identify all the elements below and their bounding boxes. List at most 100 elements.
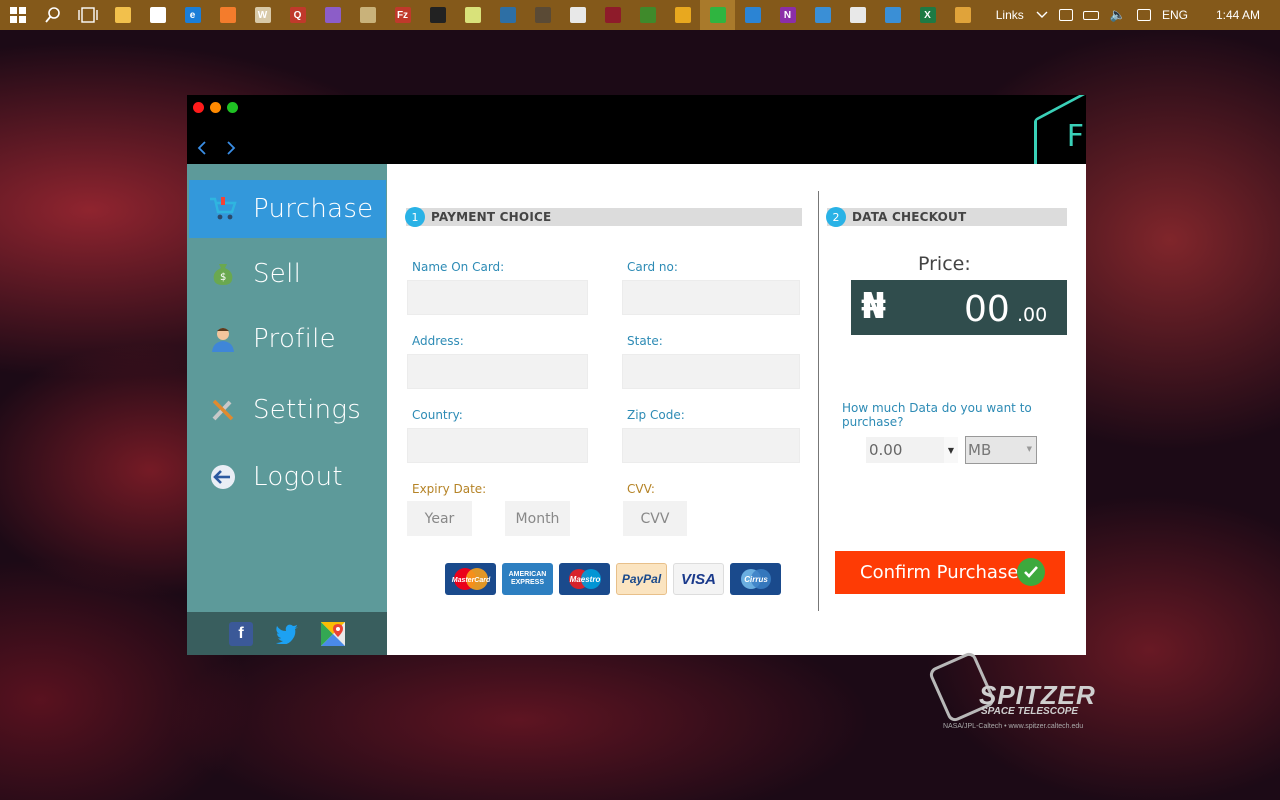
app-contacts-icon-glyph	[744, 7, 761, 23]
card-number-field[interactable]	[622, 280, 800, 315]
onenote-icon-glyph: N	[779, 7, 796, 23]
volume-icon[interactable]: 🔈	[1110, 7, 1126, 23]
sidebar-item-label: Settings	[253, 395, 362, 425]
confirm-purchase-button[interactable]: Confirm Purchase	[835, 551, 1065, 594]
app-chart-icon-glyph	[884, 7, 901, 23]
data-unit-select[interactable]: MB ▼	[965, 436, 1037, 464]
minimize-window-button[interactable]	[210, 102, 221, 113]
checkmark-icon	[1017, 558, 1045, 586]
calculator-icon-glyph	[849, 7, 866, 23]
card-no-label: Card no:	[627, 260, 678, 274]
price-display: ₦ 00 .00	[851, 280, 1067, 335]
forward-arrow-icon[interactable]	[226, 140, 236, 159]
app-star-icon[interactable]	[665, 0, 700, 30]
sidebar-item-label: Profile	[253, 324, 336, 354]
clock[interactable]: 1:44 AM	[1216, 8, 1260, 22]
spitzer-subtitle: SPACE TELESCOPE	[981, 706, 1079, 717]
battery-icon[interactable]	[1082, 10, 1099, 20]
price-decimal: .00	[1017, 304, 1048, 326]
app-red-icon[interactable]	[595, 0, 630, 30]
app-window: F Purchase $ Sell Profile Settings Logou…	[187, 95, 1086, 655]
app-orange-icon-glyph	[219, 7, 236, 23]
edge-icon[interactable]: e	[175, 0, 210, 30]
google-maps-icon[interactable]	[321, 621, 345, 646]
xampp-icon-glyph	[499, 7, 516, 23]
price-integer: 00	[964, 289, 1010, 330]
expiry-month-field[interactable]: Month	[505, 501, 570, 536]
filezilla-icon[interactable]: Fz	[385, 0, 420, 30]
app-chart-icon[interactable]	[875, 0, 910, 30]
app-contacts-icon[interactable]	[735, 0, 770, 30]
expiry-year-field[interactable]: Year	[407, 501, 472, 536]
file-explorer-icon[interactable]	[105, 0, 140, 30]
tools-icon[interactable]	[350, 0, 385, 30]
sidebar-item-label: Purchase	[253, 194, 374, 224]
calculator-icon[interactable]	[840, 0, 875, 30]
language-indicator[interactable]: ENG	[1162, 8, 1188, 22]
store-icon-glyph	[149, 7, 166, 23]
dropdown-arrow-icon[interactable]: ▼	[944, 437, 958, 463]
name-on-card-field[interactable]	[407, 280, 588, 315]
notepad-icon[interactable]	[455, 0, 490, 30]
user-icon	[209, 325, 237, 353]
chevron-down-icon[interactable]	[1036, 8, 1048, 22]
app-red-icon-glyph	[604, 7, 621, 23]
app-card-icon-glyph	[814, 7, 831, 23]
state-field[interactable]	[622, 354, 800, 389]
visual-studio-icon[interactable]	[315, 0, 350, 30]
data-amount-input[interactable]: 0.00 ▼	[866, 437, 958, 463]
close-window-button[interactable]	[193, 102, 204, 113]
data-unit-value: MB	[968, 441, 992, 459]
app-orange-icon[interactable]	[210, 0, 245, 30]
main-content: 1 PAYMENT CHOICE Name On Card: Card no: …	[387, 164, 1086, 655]
naira-currency-icon: ₦	[861, 286, 887, 327]
country-field[interactable]	[407, 428, 588, 463]
edge-icon-glyph: e	[184, 7, 201, 23]
xampp-icon[interactable]	[490, 0, 525, 30]
maximize-window-button[interactable]	[227, 102, 238, 113]
sidebar-item-settings[interactable]: Settings	[189, 381, 386, 439]
network-icon[interactable]	[1058, 9, 1073, 21]
task-view-icon[interactable]	[70, 0, 105, 30]
sidebar-item-profile[interactable]: Profile	[189, 310, 386, 368]
back-arrow-icon[interactable]	[197, 140, 207, 159]
app-q-icon[interactable]: Q	[280, 0, 315, 30]
app-circle-icon-glyph	[534, 7, 551, 23]
sidebar-item-sell[interactable]: $ Sell	[189, 245, 386, 303]
zip-code-field[interactable]	[622, 428, 800, 463]
confirm-purchase-label: Confirm Purchase	[860, 562, 1019, 583]
line-icon[interactable]	[700, 0, 735, 30]
app-circle-icon[interactable]	[525, 0, 560, 30]
onenote-icon[interactable]: N	[770, 0, 805, 30]
facebook-icon[interactable]: f	[229, 621, 253, 646]
cart-icon	[209, 195, 237, 223]
data-amount-value: 0.00	[869, 441, 903, 459]
search-icon[interactable]	[35, 0, 70, 30]
notifications-icon[interactable]	[1136, 9, 1151, 21]
excel-icon[interactable]: X	[910, 0, 945, 30]
section-title: PAYMENT CHOICE	[431, 210, 552, 224]
windows-start-icon[interactable]	[0, 0, 35, 30]
cvv-field[interactable]: CVV	[623, 501, 687, 536]
command-prompt-icon-glyph	[429, 7, 446, 23]
spitzer-credit: NASA/JPL-Caltech • www.spitzer.caltech.e…	[943, 723, 1084, 730]
app-gear-icon[interactable]	[560, 0, 595, 30]
accepted-cards: MasterCard AMERICAN EXPRESS Maestro PayP…	[445, 563, 781, 595]
title-bar: F	[187, 95, 1086, 164]
app-star-icon-glyph	[674, 7, 691, 23]
system-tray: Links 🔈 ENG 1:44 AM	[990, 0, 1280, 30]
store-icon[interactable]	[140, 0, 175, 30]
app-green-icon[interactable]	[630, 0, 665, 30]
address-field[interactable]	[407, 354, 588, 389]
command-prompt-icon[interactable]	[420, 0, 455, 30]
sidebar-item-purchase[interactable]: Purchase	[189, 180, 386, 238]
twitter-icon[interactable]	[275, 622, 299, 646]
sidebar-item-logout[interactable]: Logout	[189, 448, 386, 506]
excel-icon-glyph: X	[919, 7, 936, 23]
app-card-icon[interactable]	[805, 0, 840, 30]
word-doc-icon-glyph: W	[254, 7, 271, 23]
app-photos-icon-glyph	[954, 7, 971, 23]
word-doc-icon[interactable]: W	[245, 0, 280, 30]
app-photos-icon[interactable]	[945, 0, 980, 30]
links-toolbar[interactable]: Links	[996, 8, 1024, 22]
